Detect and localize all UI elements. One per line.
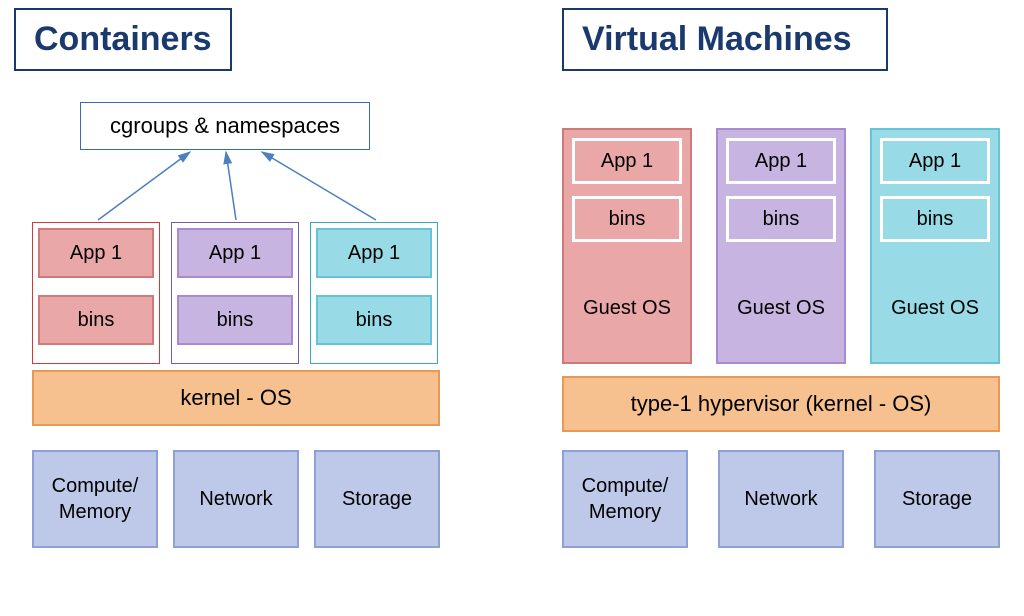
containers-heading: Containers <box>14 8 232 71</box>
vm-app: App 1 <box>880 138 990 184</box>
container-app: App 1 <box>316 228 432 278</box>
vm-bins: bins <box>880 196 990 242</box>
vms-heading: Virtual Machines <box>562 8 888 71</box>
containers-column: Containers cgroups & namespaces App 1 bi… <box>14 8 494 95</box>
vm-guest-os: Guest OS <box>726 254 836 362</box>
vm-3: App 1 bins Guest OS <box>870 128 1000 364</box>
container-bins: bins <box>316 295 432 345</box>
hardware-row-right: Compute/ Memory Network Storage <box>562 450 1000 548</box>
container-2: App 1 bins <box>171 222 299 364</box>
hw-storage: Storage <box>314 450 440 548</box>
vm-bins: bins <box>726 196 836 242</box>
vm-app: App 1 <box>726 138 836 184</box>
container-app: App 1 <box>38 228 154 278</box>
kernel-box: kernel - OS <box>32 370 440 426</box>
hardware-row-left: Compute/ Memory Network Storage <box>32 450 440 548</box>
vms-row: App 1 bins Guest OS App 1 bins Guest OS … <box>562 128 1000 364</box>
container-bins: bins <box>177 295 293 345</box>
vm-app: App 1 <box>572 138 682 184</box>
hw-network: Network <box>718 450 844 548</box>
hw-compute-memory: Compute/ Memory <box>562 450 688 548</box>
vm-1: App 1 bins Guest OS <box>562 128 692 364</box>
hw-storage: Storage <box>874 450 1000 548</box>
container-1: App 1 bins <box>32 222 160 364</box>
vm-2: App 1 bins Guest OS <box>716 128 846 364</box>
architecture-diagram: Containers cgroups & namespaces App 1 bi… <box>0 0 1024 616</box>
container-3: App 1 bins <box>310 222 438 364</box>
hw-compute-memory: Compute/ Memory <box>32 450 158 548</box>
vm-guest-os: Guest OS <box>572 254 682 362</box>
containers-row: App 1 bins App 1 bins App 1 bins <box>32 222 438 364</box>
cgroups-box: cgroups & namespaces <box>80 102 370 150</box>
hypervisor-box: type-1 hypervisor (kernel - OS) <box>562 376 1000 432</box>
container-bins: bins <box>38 295 154 345</box>
vm-guest-os: Guest OS <box>880 254 990 362</box>
container-app: App 1 <box>177 228 293 278</box>
vm-bins: bins <box>572 196 682 242</box>
hw-network: Network <box>173 450 299 548</box>
vms-column: Virtual Machines App 1 bins Guest OS App… <box>562 8 1014 95</box>
